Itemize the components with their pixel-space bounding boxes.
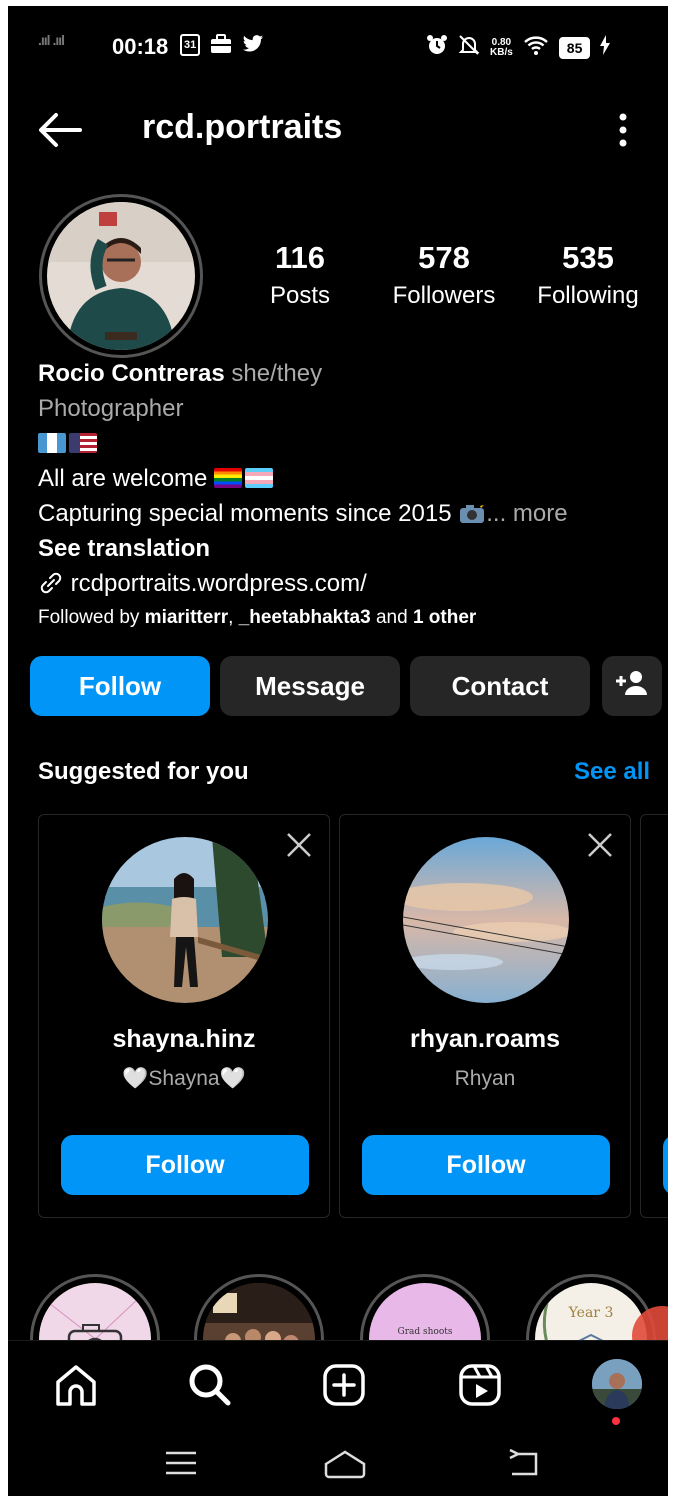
charging-icon bbox=[600, 35, 611, 61]
stat-posts-label: Posts bbox=[269, 282, 331, 309]
suggested-card[interactable]: shayna.hinz 🤍Shayna🤍 Follow bbox=[38, 814, 330, 1218]
guatemala-flag-icon bbox=[38, 433, 66, 453]
suggested-display-name: Rhyan bbox=[454, 1067, 516, 1090]
followed-by-other: 1 other bbox=[412, 607, 477, 628]
suggested-follow-button-partial[interactable] bbox=[663, 1135, 668, 1195]
bio-flags bbox=[38, 426, 658, 461]
home-nav-icon[interactable] bbox=[320, 1444, 370, 1482]
battery-indicator: 85 bbox=[558, 37, 591, 59]
bio-welcome-text: All are welcome bbox=[38, 465, 208, 492]
profile-website-link[interactable]: rcdportraits.wordpress.com/ bbox=[38, 566, 658, 601]
suggested-username[interactable]: rhyan.roams bbox=[340, 1025, 630, 1054]
wifi-icon bbox=[523, 34, 549, 62]
close-icon[interactable] bbox=[586, 831, 614, 859]
followed-by-separator: , bbox=[228, 607, 234, 628]
usa-flag-icon bbox=[69, 433, 97, 453]
followed-by-prefix: Followed by bbox=[38, 607, 140, 628]
stat-followers[interactable]: 578 Followers bbox=[374, 238, 514, 314]
bio-capturing-text: Capturing special moments since 2015 bbox=[38, 500, 452, 527]
back-nav-icon[interactable] bbox=[502, 1444, 552, 1482]
highlight-grad-text: Grad shoots bbox=[397, 1327, 453, 1337]
profile-header: rcd.portraits bbox=[8, 98, 668, 162]
status-bar: .ııl .ııl 00:18 31 0.80 KB/s 85 bbox=[8, 6, 668, 86]
bio-name-line: Rocio Contreras she/they bbox=[38, 356, 658, 391]
add-user-button[interactable] bbox=[602, 656, 662, 716]
followed-by-and: and bbox=[375, 607, 408, 628]
trans-flag-icon bbox=[245, 468, 274, 488]
followed-by-line[interactable]: Followed by miaritterr, _heetabhakta3 an… bbox=[38, 603, 658, 633]
twitter-icon bbox=[242, 34, 264, 60]
briefcase-icon bbox=[210, 34, 232, 60]
signal-icon: .ııl .ııl bbox=[38, 32, 65, 48]
rainbow-flag-icon bbox=[214, 468, 243, 488]
menu-icon[interactable] bbox=[156, 1444, 206, 1482]
suggested-card-partial[interactable] bbox=[640, 814, 668, 1218]
see-all-link[interactable]: See all bbox=[574, 758, 650, 786]
suggested-username[interactable]: shayna.hinz bbox=[39, 1025, 329, 1054]
stat-followers-label: Followers bbox=[392, 282, 496, 309]
suggested-avatar[interactable] bbox=[102, 837, 268, 1003]
bio-more-link[interactable]: ... more bbox=[486, 500, 567, 527]
bio-line-welcome: All are welcome bbox=[38, 461, 658, 496]
profile-pronouns: she/they bbox=[231, 360, 323, 387]
followed-by-user-2: _heetabhakta3 bbox=[238, 607, 371, 628]
contact-button[interactable]: Contact bbox=[410, 656, 590, 716]
arrow-left-icon[interactable] bbox=[36, 108, 84, 152]
plus-square-icon[interactable] bbox=[314, 1355, 374, 1415]
profile-avatar[interactable] bbox=[47, 202, 195, 350]
stat-posts-count: 116 bbox=[274, 240, 325, 275]
profile-website-text: rcdportraits.wordpress.com/ bbox=[70, 570, 367, 597]
stat-following-count: 535 bbox=[562, 240, 614, 275]
bio-line-capturing: Capturing special moments since 2015 ...… bbox=[38, 496, 658, 531]
link-icon bbox=[38, 569, 64, 594]
mute-bell-icon bbox=[458, 34, 480, 62]
profile-full-name: Rocio Contreras bbox=[38, 360, 225, 387]
camera-flash-icon bbox=[458, 499, 486, 523]
status-right-icons: 0.80 KB/s 85 bbox=[426, 34, 611, 62]
stat-following-label: Following bbox=[537, 282, 639, 309]
profile-tab-avatar[interactable] bbox=[592, 1359, 642, 1409]
suggested-follow-button[interactable]: Follow bbox=[362, 1135, 610, 1195]
more-vertical-icon[interactable] bbox=[608, 110, 638, 150]
search-icon[interactable] bbox=[180, 1355, 240, 1415]
status-time: 00:18 bbox=[112, 34, 169, 59]
home-icon[interactable] bbox=[46, 1355, 106, 1415]
profile-username-title: rcd.portraits bbox=[142, 108, 343, 146]
alarm-icon bbox=[426, 34, 448, 62]
suggested-avatar[interactable] bbox=[403, 837, 569, 1003]
suggested-display-name: 🤍Shayna🤍 bbox=[122, 1067, 246, 1090]
profile-category: Photographer bbox=[38, 395, 184, 422]
notification-dot bbox=[612, 1417, 620, 1425]
stat-posts[interactable]: 116 Posts bbox=[230, 238, 370, 314]
system-navigation-bar bbox=[8, 1430, 668, 1496]
profile-bio: Rocio Contreras she/they Photographer Al… bbox=[38, 356, 658, 633]
follow-button[interactable]: Follow bbox=[30, 656, 210, 716]
instagram-profile-screen: .ııl .ııl 00:18 31 0.80 KB/s 85 rcd.port… bbox=[8, 6, 668, 1496]
stat-following[interactable]: 535 Following bbox=[518, 238, 658, 314]
status-left-icons: 31 bbox=[180, 34, 264, 60]
suggested-follow-button[interactable]: Follow bbox=[61, 1135, 309, 1195]
reels-icon[interactable] bbox=[450, 1355, 510, 1415]
add-user-icon bbox=[615, 670, 649, 703]
suggested-title: Suggested for you bbox=[38, 758, 249, 785]
stat-followers-count: 578 bbox=[418, 240, 470, 275]
network-speed: 0.80 KB/s bbox=[490, 37, 513, 58]
bottom-navigation bbox=[8, 1340, 668, 1430]
suggested-card[interactable]: rhyan.roams Rhyan Follow bbox=[339, 814, 631, 1218]
calendar-icon: 31 bbox=[180, 34, 201, 56]
followed-by-user-1: miaritterr bbox=[144, 607, 229, 628]
close-icon[interactable] bbox=[285, 831, 313, 859]
see-translation-link[interactable]: See translation bbox=[38, 531, 658, 566]
message-button[interactable]: Message bbox=[220, 656, 400, 716]
